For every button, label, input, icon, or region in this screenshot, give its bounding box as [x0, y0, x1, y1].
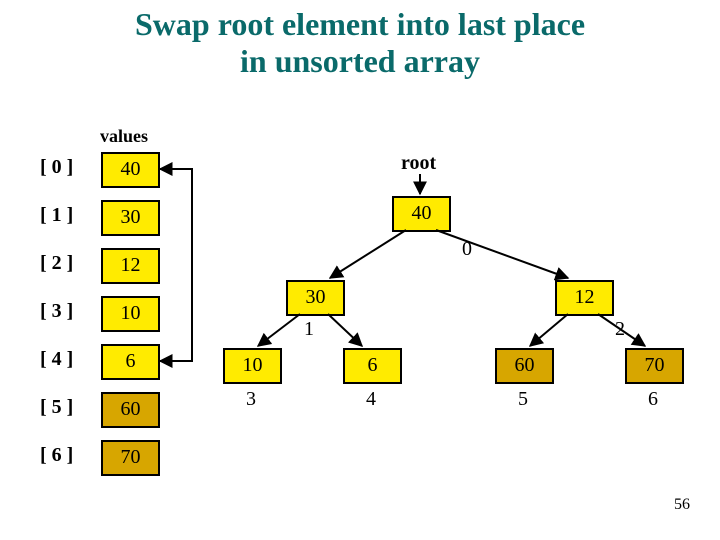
tree-node-4: 6	[343, 348, 402, 384]
array-cell-4: 6	[101, 344, 160, 380]
array-cell-2: 12	[101, 248, 160, 284]
array-index-6: [ 6 ]	[40, 444, 73, 467]
array-index-5: [ 5 ]	[40, 396, 73, 419]
tree-node-5: 60	[495, 348, 554, 384]
tree-node-2-index: 2	[615, 318, 625, 341]
tree-node-0-index: 0	[462, 238, 472, 261]
tree-node-6-index: 6	[648, 388, 658, 411]
tree-node-2: 12	[555, 280, 614, 316]
diagram-stage: values [ 0 ] [ 1 ] [ 2 ] [ 3 ] [ 4 ] [ 5…	[0, 80, 720, 540]
array-cell-0: 40	[101, 152, 160, 188]
root-label: root	[401, 152, 436, 175]
title-line-2: in unsorted array	[240, 43, 480, 79]
tree-node-4-index: 4	[366, 388, 376, 411]
array-cell-5: 60	[101, 392, 160, 428]
array-index-3: [ 3 ]	[40, 300, 73, 323]
array-cell-3: 10	[101, 296, 160, 332]
array-index-1: [ 1 ]	[40, 204, 73, 227]
slide-title: Swap root element into last place in uns…	[0, 0, 720, 80]
array-index-4: [ 4 ]	[40, 348, 73, 371]
array-index-2: [ 2 ]	[40, 252, 73, 275]
array-index-0: [ 0 ]	[40, 156, 73, 179]
tree-node-5-index: 5	[518, 388, 528, 411]
values-header: values	[100, 126, 148, 147]
title-line-1: Swap root element into last place	[135, 6, 585, 42]
array-cell-1: 30	[101, 200, 160, 236]
array-cell-6: 70	[101, 440, 160, 476]
tree-node-3: 10	[223, 348, 282, 384]
tree-node-6: 70	[625, 348, 684, 384]
tree-node-3-index: 3	[246, 388, 256, 411]
page-number: 56	[674, 496, 690, 514]
tree-node-1: 30	[286, 280, 345, 316]
tree-node-1-index: 1	[304, 318, 314, 341]
tree-node-0: 40	[392, 196, 451, 232]
